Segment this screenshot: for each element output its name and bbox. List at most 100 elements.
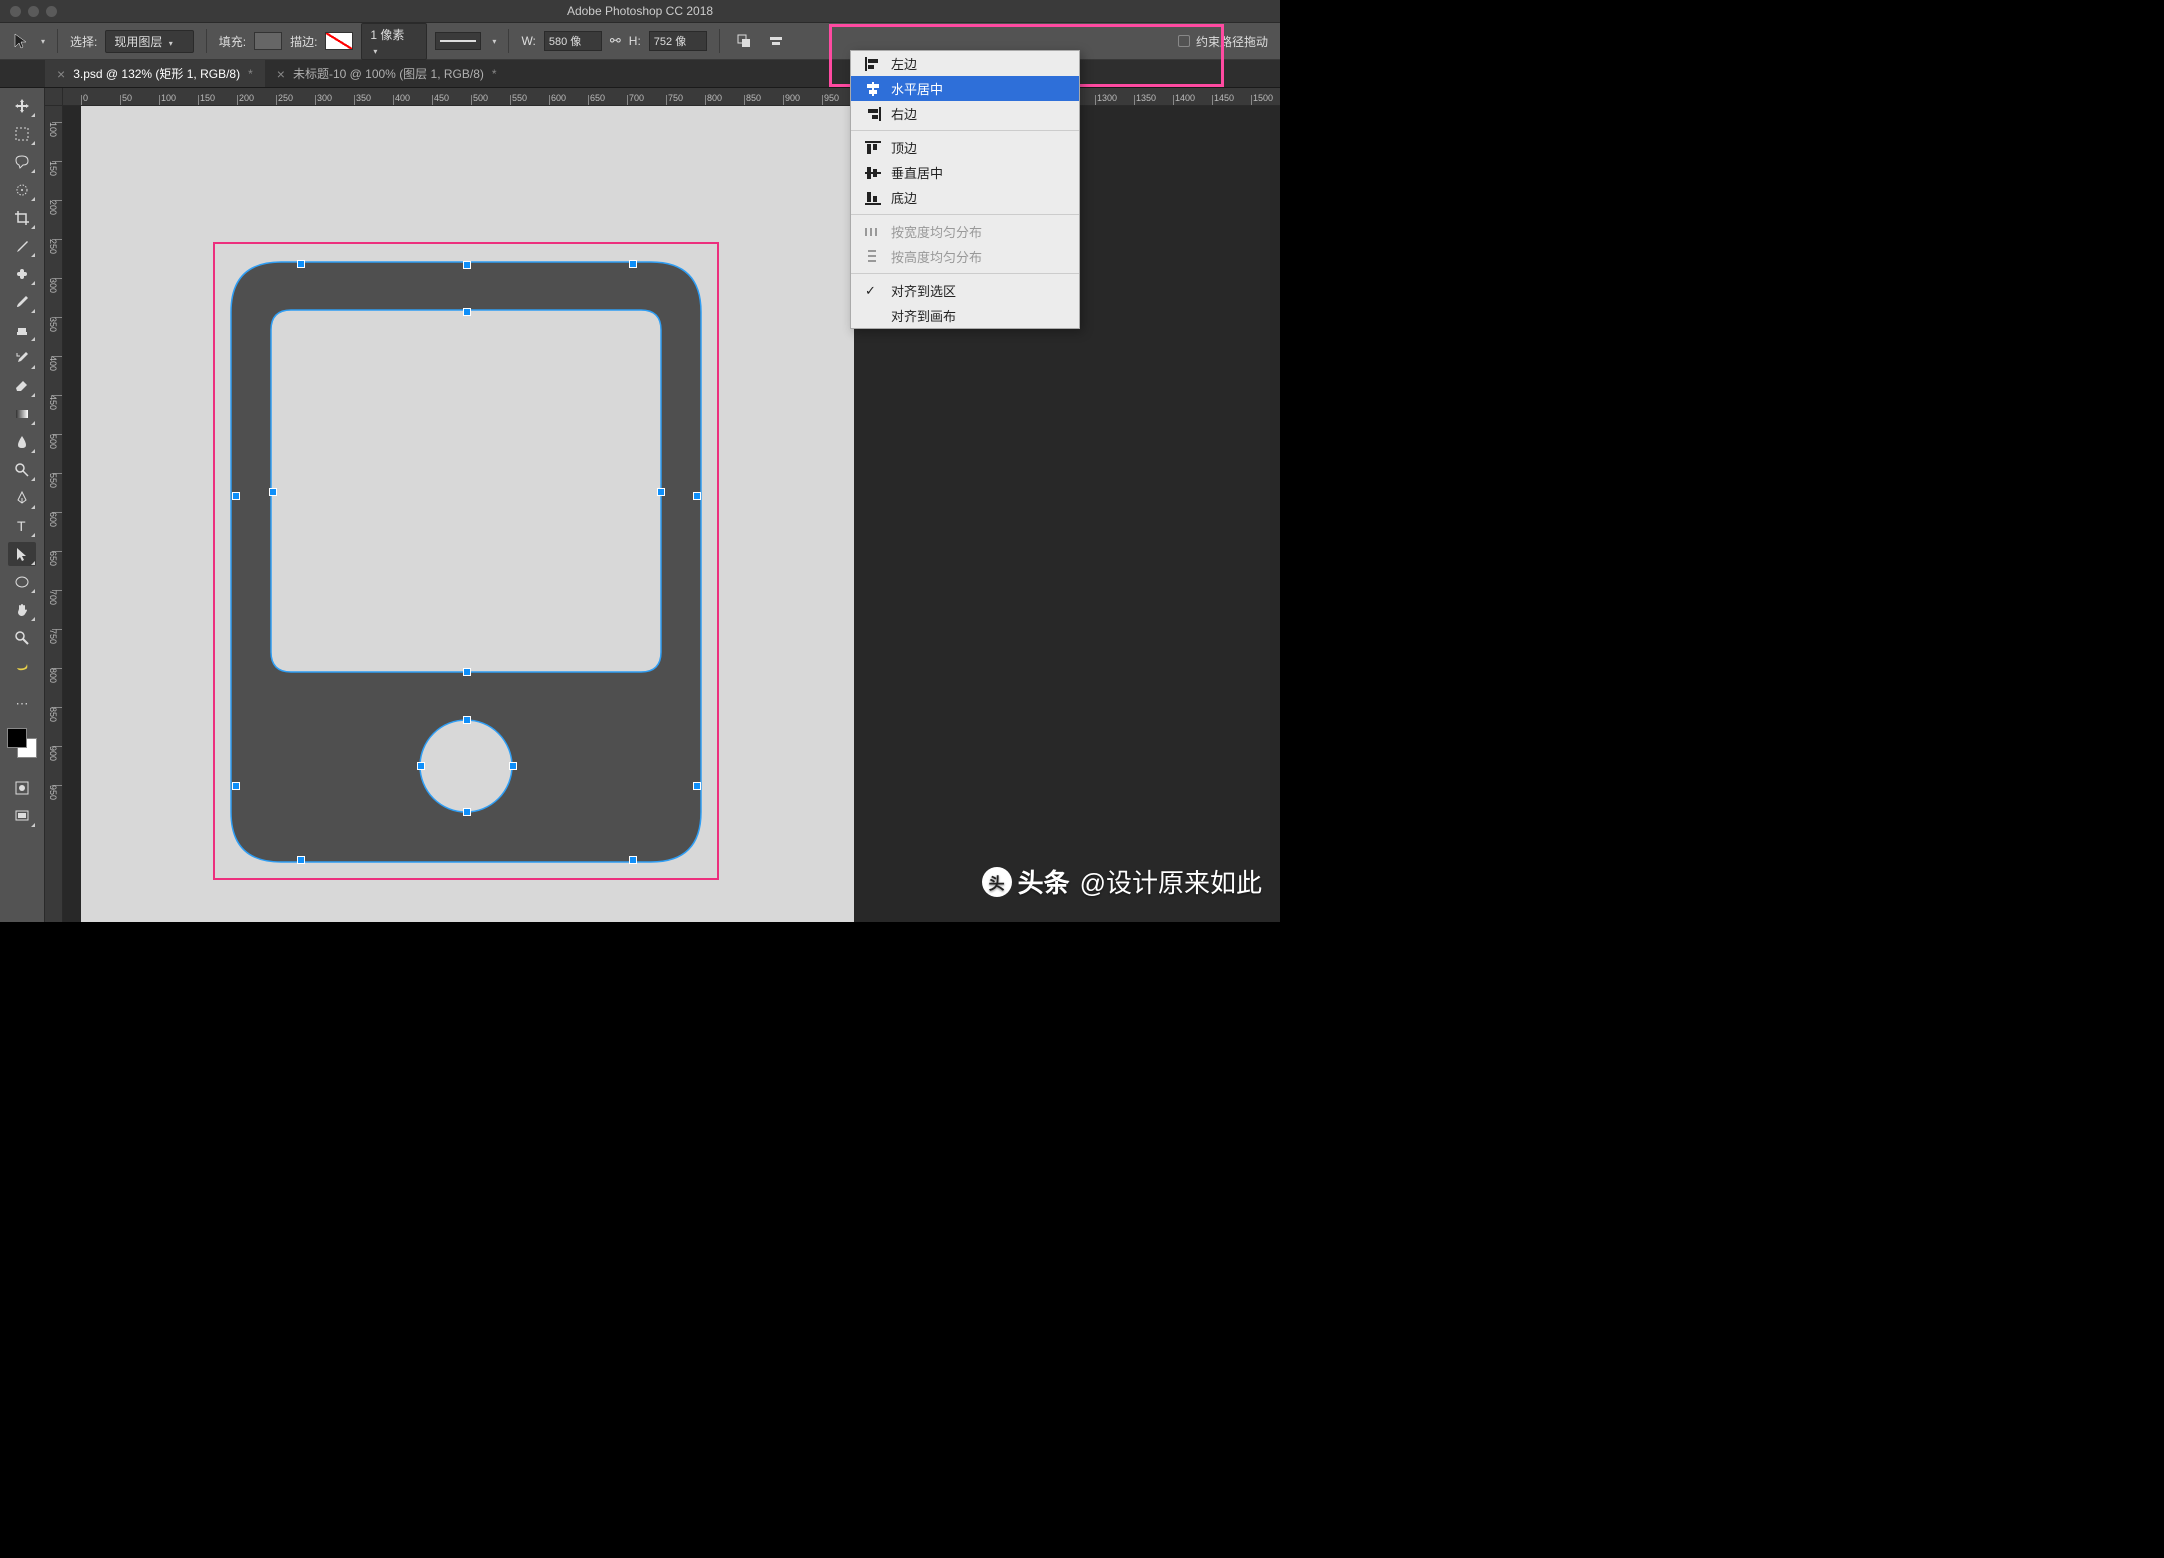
zoom-tool[interactable]: [8, 626, 36, 650]
lasso-tool[interactable]: [8, 150, 36, 174]
menu-item-sel[interactable]: ✓对齐到选区: [851, 278, 1079, 303]
minimize-window[interactable]: [28, 6, 39, 17]
edit-toolbar[interactable]: ⋯: [8, 692, 36, 716]
healing-brush-tool[interactable]: [8, 262, 36, 286]
document-tab[interactable]: × 未标题-10 @ 100% (图层 1, RGB/8)*: [265, 60, 509, 87]
history-brush-tool[interactable]: [8, 346, 36, 370]
watermark-brand: 头条: [1018, 863, 1070, 900]
path-anchor[interactable]: [693, 492, 701, 500]
tab-title: 未标题-10 @ 100% (图层 1, RGB/8): [293, 65, 484, 82]
menu-item-left[interactable]: 左边: [851, 51, 1079, 76]
path-anchor[interactable]: [463, 808, 471, 816]
link-wh-icon[interactable]: ⚯: [610, 33, 621, 49]
color-swatches[interactable]: [7, 728, 37, 758]
vertical-ruler[interactable]: 1001502002503003504004505005506006507007…: [45, 106, 63, 922]
ruler-origin[interactable]: [45, 88, 63, 106]
blur-tool[interactable]: [8, 430, 36, 454]
path-anchor[interactable]: [269, 488, 277, 496]
titlebar: Adobe Photoshop CC 2018: [0, 0, 1280, 22]
quick-mask-mode[interactable]: [8, 776, 36, 800]
path-anchor[interactable]: [693, 782, 701, 790]
hand-tool[interactable]: [8, 598, 36, 622]
path-operations-icon[interactable]: [732, 29, 756, 53]
banana-tool[interactable]: [8, 654, 36, 678]
document-tab-active[interactable]: × 3.psd @ 132% (矩形 1, RGB/8) *: [45, 60, 265, 87]
path-anchor[interactable]: [232, 492, 240, 500]
tool-preset-dropdown[interactable]: ▾: [41, 37, 45, 46]
menu-separator: [851, 214, 1079, 215]
menu-item-right[interactable]: 右边: [851, 101, 1079, 126]
menu-item-top[interactable]: 顶边: [851, 135, 1079, 160]
separator: [508, 29, 509, 53]
path-anchor[interactable]: [657, 488, 665, 496]
watermark: 头 头条 @设计原来如此: [982, 863, 1262, 900]
vector-shape[interactable]: [231, 262, 701, 862]
stroke-options-dropdown[interactable]: ▾: [492, 37, 496, 46]
window-controls: [0, 6, 57, 17]
dodge-tool[interactable]: [8, 458, 36, 482]
magic-wand-tool[interactable]: [8, 178, 36, 202]
path-alignment-icon[interactable]: [764, 29, 788, 53]
document-tabs-bar: × 3.psd @ 132% (矩形 1, RGB/8) * × 未标题-10 @…: [0, 60, 1280, 88]
move-tool[interactable]: [8, 94, 36, 118]
marquee-tool[interactable]: [8, 122, 36, 146]
path-anchor[interactable]: [297, 856, 305, 864]
eraser-tool[interactable]: [8, 374, 36, 398]
foreground-color-swatch[interactable]: [7, 728, 27, 748]
stroke-swatch[interactable]: [325, 32, 353, 50]
stroke-style-dropdown[interactable]: [435, 32, 481, 50]
path-anchor[interactable]: [629, 856, 637, 864]
close-window[interactable]: [10, 6, 21, 17]
menu-item-vcenter[interactable]: 垂直居中: [851, 160, 1079, 185]
path-selection-tool[interactable]: [8, 542, 36, 566]
screen-mode[interactable]: [8, 804, 36, 828]
align-top-icon: [865, 141, 881, 155]
close-tab-icon[interactable]: ×: [277, 66, 285, 82]
tab-dirty-indicator: *: [248, 67, 253, 81]
align-vcenter-icon: [865, 166, 881, 180]
pen-tool[interactable]: [8, 486, 36, 510]
path-anchor[interactable]: [463, 668, 471, 676]
crop-tool[interactable]: [8, 206, 36, 230]
tab-title: 3.psd @ 132% (矩形 1, RGB/8): [73, 65, 240, 82]
horizontal-ruler[interactable]: 0501001502002503003504004505005506006507…: [63, 88, 1280, 106]
menu-item-bottom[interactable]: 底边: [851, 185, 1079, 210]
menu-item-label: 左边: [891, 54, 917, 73]
menu-item-canvas[interactable]: 对齐到画布: [851, 303, 1079, 328]
fill-swatch[interactable]: [254, 32, 282, 50]
path-anchor[interactable]: [463, 308, 471, 316]
constrain-path-drag-checkbox[interactable]: 约束路径拖动: [1178, 33, 1268, 50]
width-input[interactable]: [544, 31, 602, 51]
clone-stamp-tool[interactable]: [8, 318, 36, 342]
path-anchor[interactable]: [629, 260, 637, 268]
select-mode-value: 现用图层: [114, 35, 162, 49]
menu-item-label: 按宽度均匀分布: [891, 222, 982, 241]
stroke-width-input[interactable]: 1 像素 ▾: [361, 23, 427, 60]
path-selection-tool-icon: [12, 32, 30, 50]
brush-tool[interactable]: [8, 290, 36, 314]
path-anchor[interactable]: [297, 260, 305, 268]
shape-tool[interactable]: [8, 570, 36, 594]
path-anchor[interactable]: [232, 782, 240, 790]
maximize-window[interactable]: [46, 6, 57, 17]
eyedropper-tool[interactable]: [8, 234, 36, 258]
path-anchor[interactable]: [463, 261, 471, 269]
type-tool[interactable]: T: [8, 514, 36, 538]
gradient-tool[interactable]: [8, 402, 36, 426]
canvas-viewport[interactable]: [63, 106, 1280, 922]
select-mode-dropdown[interactable]: 现用图层 ▾: [105, 30, 193, 53]
close-tab-icon[interactable]: ×: [57, 66, 65, 82]
menu-item-label: 右边: [891, 104, 917, 123]
menu-separator: [851, 273, 1079, 274]
watermark-logo: 头 头条: [982, 863, 1070, 900]
height-input[interactable]: [649, 31, 707, 51]
menu-item-label: 按高度均匀分布: [891, 247, 982, 266]
fill-label: 填充:: [219, 33, 246, 50]
path-anchor[interactable]: [463, 716, 471, 724]
align-right-icon: [865, 107, 881, 121]
menu-item-hcenter[interactable]: 水平居中: [851, 76, 1079, 101]
align-bottom-icon: [865, 191, 881, 205]
menu-item-label: 对齐到选区: [891, 281, 956, 300]
path-anchor[interactable]: [509, 762, 517, 770]
path-anchor[interactable]: [417, 762, 425, 770]
